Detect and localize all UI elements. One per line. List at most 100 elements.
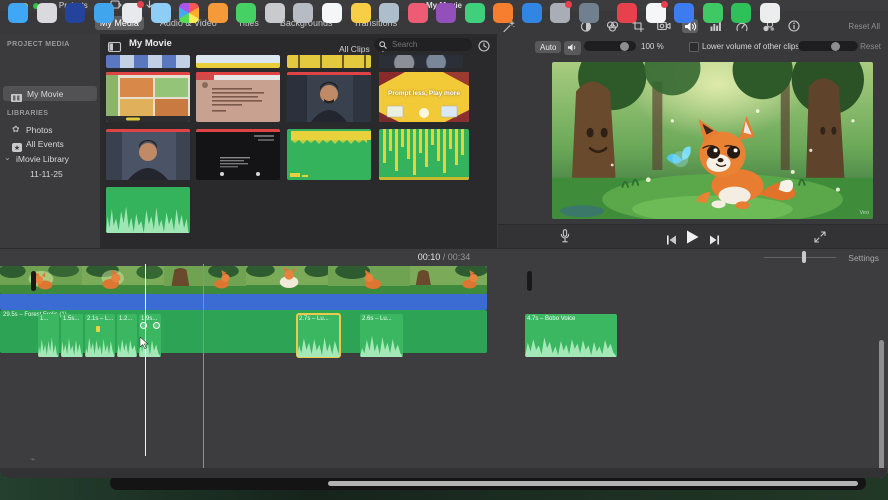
dock-icon[interactable] — [521, 3, 542, 23]
background-window-scrollbar[interactable] — [328, 481, 858, 486]
imovie-window: ‹ Projects My Movie My Media Audio & Vid… — [0, 0, 888, 478]
timeline-corner-icon: ⌁ — [30, 454, 36, 464]
audio-clip[interactable]: 2.6s – Lu... — [360, 314, 403, 357]
photos-flower-icon: ✿ — [12, 124, 20, 134]
dock-icon[interactable] — [36, 3, 57, 23]
media-thumbnail-slide[interactable]: Prompt less, Play more — [379, 72, 469, 122]
dock-icon[interactable] — [617, 3, 638, 23]
clip-duration-clock-icon[interactable] — [478, 39, 490, 57]
time-total: 00:34 — [447, 252, 471, 262]
dock-icon[interactable] — [759, 3, 780, 23]
mute-speaker-button[interactable] — [564, 41, 581, 55]
preview-viewer[interactable]: Veo — [552, 62, 873, 219]
volume-slider[interactable] — [584, 41, 636, 51]
lower-volume-label: Lower volume of other clips: — [702, 42, 802, 51]
audio-clip-bobo-voice[interactable]: 4.7s – Bobo Voice — [525, 314, 617, 357]
fullscreen-icon[interactable] — [814, 230, 826, 248]
timecode: 00:10 / 00:34 — [0, 252, 888, 262]
veo-watermark: Veo — [859, 210, 869, 216]
volume-slider-knob[interactable] — [620, 41, 629, 51]
clip-marker — [96, 326, 100, 332]
media-thumbnail-audio-band[interactable] — [287, 129, 371, 180]
media-thumbnail-document[interactable] — [196, 72, 280, 122]
dock-icon[interactable] — [645, 1, 668, 23]
playhead[interactable] — [145, 264, 146, 456]
timeline-vertical-scrollbar[interactable] — [879, 340, 884, 472]
inspector-panel: Reset All Auto 100 % Lower volume of oth… — [498, 11, 888, 249]
dock-icon[interactable] — [702, 3, 723, 23]
sidebar-item-photos[interactable]: ✿ Photos — [0, 124, 100, 137]
video-clip-filmstrip[interactable] — [0, 266, 487, 294]
dock-icon[interactable] — [493, 3, 514, 23]
reset-all-button[interactable]: Reset All — [848, 22, 880, 31]
media-thumbnail-audio-wave[interactable] — [106, 187, 190, 233]
media-thumbnail[interactable] — [379, 55, 463, 68]
audio-clip[interactable]: 1.2... — [117, 314, 137, 357]
dock-icon[interactable] — [122, 1, 145, 23]
lower-volume-knob[interactable] — [831, 41, 840, 51]
clip-trim-handle-left[interactable] — [31, 271, 36, 291]
audio-clip-selected[interactable]: 2.7s – Lu... — [296, 313, 341, 358]
dock-icon[interactable] — [207, 3, 228, 23]
video-clip-audio-strip[interactable] — [0, 294, 888, 478]
dock-icon[interactable] — [350, 3, 371, 23]
time-separator: / — [442, 252, 446, 262]
svg-text:★: ★ — [14, 144, 20, 152]
skimmer-line — [203, 264, 204, 470]
sidebar-item-all-events[interactable]: ★ All Events — [0, 138, 100, 152]
dock-icon[interactable] — [436, 3, 457, 23]
window-footer — [0, 468, 888, 478]
play-button[interactable] — [686, 230, 699, 249]
dock-icon[interactable] — [65, 3, 86, 23]
dock-icon[interactable] — [379, 3, 400, 23]
audio-clip[interactable]: 2.1s – L... — [85, 314, 115, 357]
dock-icon[interactable] — [550, 1, 573, 23]
dock-icon[interactable] — [179, 3, 200, 23]
auto-volume-button[interactable]: Auto — [535, 41, 562, 53]
dock-icon[interactable] — [674, 3, 695, 23]
info-icon[interactable] — [786, 19, 802, 33]
filter-label: All Clips — [339, 44, 370, 54]
media-thumbnail[interactable] — [106, 55, 190, 68]
media-thumbnail[interactable] — [196, 55, 280, 68]
dock-icon[interactable] — [236, 3, 257, 23]
sidebar-item-library-event[interactable]: 11-11-25 — [0, 168, 100, 181]
dock-icon[interactable] — [264, 3, 285, 23]
media-thumbnail-webcam[interactable] — [287, 72, 371, 122]
lower-volume-slider[interactable] — [798, 41, 858, 51]
volume-percent: 100 % — [641, 42, 664, 51]
search-input[interactable] — [390, 39, 464, 50]
dock-icon[interactable] — [407, 3, 428, 23]
dock-icon[interactable] — [322, 3, 343, 23]
media-thumbnail-audio-spikes[interactable] — [379, 129, 469, 180]
sidebar-item-my-movie[interactable]: My Movie — [3, 86, 97, 102]
dock-icon[interactable] — [464, 3, 485, 23]
sidebar-item-label: iMovie Library — [16, 154, 69, 164]
media-thumbnail-fox-grid[interactable] — [106, 72, 190, 122]
media-thumbnail[interactable] — [287, 55, 371, 68]
media-thumbnail-terminal[interactable] — [196, 129, 280, 180]
voiceover-mic-icon[interactable] — [560, 229, 570, 249]
dock-icon[interactable] — [293, 3, 314, 23]
dock-icon[interactable] — [8, 3, 28, 23]
dock-icon[interactable] — [150, 3, 171, 23]
reset-button[interactable]: Reset — [860, 42, 881, 51]
dock-icon[interactable] — [578, 3, 599, 23]
used-clip-stripe — [196, 72, 280, 75]
dock-icon[interactable] — [93, 3, 114, 23]
media-thumbnail-webcam-2[interactable] — [106, 129, 190, 180]
lower-volume-checkbox[interactable] — [689, 42, 699, 52]
search-field[interactable] — [374, 38, 472, 51]
timeline-settings-button[interactable]: Settings — [848, 253, 879, 263]
used-clip-stripe — [106, 129, 190, 132]
disclosure-chevron-icon[interactable]: ⌄ — [4, 153, 11, 162]
dock-icon[interactable] — [731, 3, 752, 23]
timeline-zoom-knob[interactable] — [802, 251, 806, 263]
audio-clip[interactable]: 1... — [38, 314, 59, 357]
timeline-zoom-slider[interactable] — [764, 257, 836, 258]
timeline: 1... 1.5s... 2.1s – L... 1.2... 1.9s... — [0, 264, 888, 478]
audio-clip[interactable]: 1.5s... — [61, 314, 83, 357]
clip-trim-handle-right[interactable] — [527, 271, 532, 291]
fade-handle-right[interactable] — [153, 322, 160, 329]
sidebar-item-imovie-library[interactable]: ⌄ iMovie Library — [0, 153, 100, 166]
